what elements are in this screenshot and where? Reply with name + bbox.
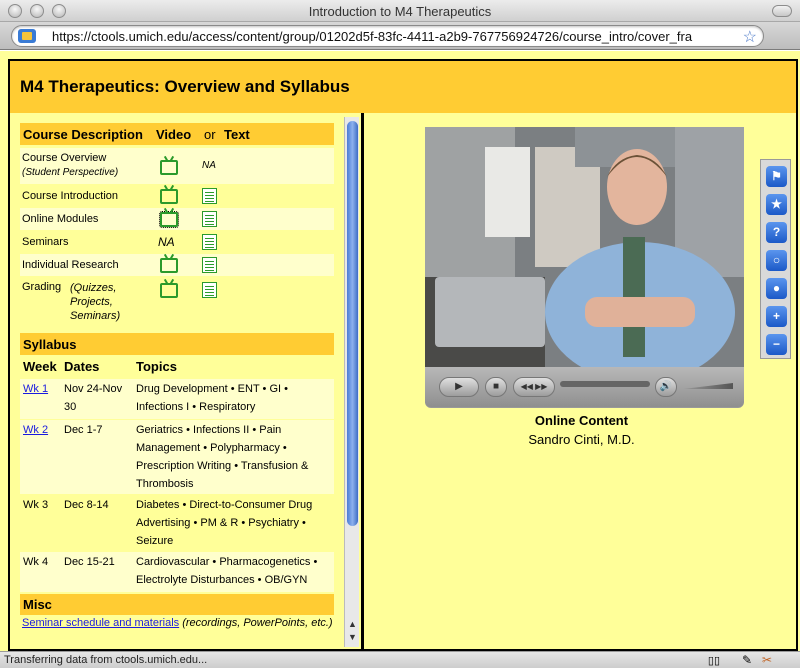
syllabus-header: Syllabus	[20, 333, 334, 355]
zoom-in-icon[interactable]: +	[766, 306, 787, 327]
rewind-forward-buttons[interactable]: ◀◀ ▶▶	[513, 377, 555, 397]
left-frame-scrollbar[interactable]: ▲ ▼	[344, 117, 359, 647]
site-favicon-icon	[18, 29, 36, 43]
play-button[interactable]: ▶	[439, 377, 479, 397]
text-document-icon[interactable]	[202, 211, 217, 227]
course-row-label: Individual Research	[22, 259, 119, 271]
text-na-label: NA	[202, 160, 216, 171]
video-caption-title: Online Content	[534, 413, 629, 428]
course-row-grading: Grading (Quizzes, Projects, Seminars)	[20, 277, 334, 322]
syllabus-dates: Dec 1-7	[64, 424, 103, 436]
syllabus-topics: Diabetes • Direct-to-Consumer Drug Adver…	[136, 499, 313, 547]
page-title: M4 Therapeutics: Overview and Syllabus	[20, 77, 350, 96]
syllabus-dates: Dec 8-14	[64, 499, 109, 511]
right-frame: ▶ ■ ◀◀ ▶▶ 🔊 Online Content Sandro Cinti,…	[363, 113, 798, 651]
video-still-image	[425, 127, 744, 382]
course-row-individual-research: Individual Research	[20, 254, 334, 276]
syllabus-dates: Dec 15-21	[64, 556, 115, 568]
left-frame: Course Description Video or Text Course …	[8, 113, 363, 651]
week-link[interactable]: Wk 1	[23, 383, 48, 395]
course-row-label: Seminars	[22, 236, 69, 248]
toolbar-toggle-button[interactable]	[772, 5, 792, 17]
scroll-up-arrow-icon[interactable]: ▲	[348, 619, 357, 629]
text-document-icon[interactable]	[202, 257, 217, 273]
course-description-header: Course Description Video or Text	[20, 123, 334, 145]
course-row-label: Grading	[22, 281, 62, 293]
star-icon[interactable]: ★	[766, 194, 787, 215]
misc-row: Seminar schedule and materials (recordin…	[20, 617, 334, 647]
syllabus-row: Wk 3 Dec 8-14 Diabetes • Direct-to-Consu…	[20, 495, 334, 551]
week-label: Wk 3	[23, 499, 49, 511]
volume-icon[interactable]: 🔊	[655, 377, 677, 397]
syllabus-topics: Drug Development • ENT • GI • Infections…	[136, 383, 288, 413]
week-link[interactable]: Wk 2	[23, 424, 48, 436]
course-row-label: Course Introduction	[22, 190, 118, 202]
syllabus-row: Wk 4 Dec 15-21 Cardiovascular • Pharmaco…	[20, 552, 334, 592]
syllabus-dates: Nov 24-Nov 30	[64, 383, 123, 413]
video-tv-icon[interactable]	[160, 258, 178, 273]
course-row-sub: (Quizzes, Projects, Seminars)	[70, 282, 121, 322]
status-bar: Transferring data from ctools.umich.edu.…	[0, 651, 800, 668]
course-row-overview: Course Overview (Student Perspective) NA	[20, 148, 334, 184]
address-bar[interactable]: https://ctools.umich.edu/access/content/…	[11, 25, 764, 47]
window-titlebar: Introduction to M4 Therapeutics	[0, 0, 800, 22]
bookmark-star-icon[interactable]: ☆	[743, 27, 757, 46]
course-row-label: Course Overview	[22, 152, 107, 164]
page-info-icon[interactable]: ▯▯	[708, 654, 720, 667]
misc-note: (recordings, PowerPoints, etc.)	[182, 617, 333, 629]
help-icon[interactable]: ?	[766, 222, 787, 243]
video-controls: ▶ ■ ◀◀ ▶▶ 🔊	[425, 367, 744, 407]
dates-column-label: Dates	[64, 359, 100, 374]
week-column-label: Week	[23, 359, 57, 374]
syllabus-topics: Cardiovascular • Pharmacogenetics • Elec…	[136, 556, 318, 586]
text-document-icon[interactable]	[202, 282, 217, 298]
security-icon: ✎	[741, 653, 752, 667]
syllabus-column-headers: Week Dates Topics	[20, 356, 334, 378]
or-label: or	[204, 127, 216, 142]
zoom-out-icon[interactable]: −	[766, 334, 787, 355]
topics-column-label: Topics	[136, 359, 177, 374]
video-tv-icon[interactable]	[160, 160, 178, 175]
syllabus-topics: Geriatrics • Infections II • Pain Manage…	[136, 424, 309, 490]
course-row-online-modules: Online Modules	[20, 208, 334, 230]
course-row-label: Online Modules	[22, 213, 99, 225]
chat-bubble-icon[interactable]: ○	[766, 250, 787, 271]
course-row-sub: (Student Perspective)	[22, 167, 119, 178]
video-player[interactable]: ▶ ■ ◀◀ ▶▶ 🔊	[425, 127, 744, 408]
video-column-label: Video	[156, 127, 192, 142]
video-tv-icon[interactable]	[159, 211, 179, 228]
flag-icon[interactable]: ⚑	[766, 166, 787, 187]
syllabus-row: Wk 2 Dec 1-7 Geriatrics • Infections II …	[20, 420, 334, 494]
video-progress-bar[interactable]	[560, 381, 650, 387]
volume-slider[interactable]	[683, 383, 733, 389]
window-title: Introduction to M4 Therapeutics	[308, 4, 492, 19]
stop-button[interactable]: ■	[485, 377, 507, 397]
address-url[interactable]: https://ctools.umich.edu/access/content/…	[52, 29, 692, 44]
video-caption-presenter: Sandro Cinti, M.D.	[528, 432, 635, 447]
page-content: M4 Therapeutics: Overview and Syllabus C…	[0, 51, 800, 651]
tool-sidebar: ⚑ ★ ? ○ ● + −	[760, 159, 791, 359]
video-na-label: NA	[158, 235, 175, 249]
text-document-icon[interactable]	[202, 234, 217, 250]
course-row-seminars: Seminars NA	[20, 231, 334, 253]
video-frame	[425, 127, 744, 382]
misc-header: Misc	[20, 594, 334, 615]
video-tv-icon[interactable]	[160, 189, 178, 204]
user-icon[interactable]: ●	[766, 278, 787, 299]
video-tv-icon[interactable]	[160, 283, 178, 298]
scroll-down-arrow-icon[interactable]: ▼	[348, 632, 357, 642]
seminar-schedule-link[interactable]: Seminar schedule and materials	[20, 617, 179, 629]
seminar-schedule-link-text[interactable]: Seminar schedule and materials	[22, 617, 179, 629]
text-document-icon[interactable]	[202, 188, 217, 204]
syllabus-row: Wk 1 Nov 24-Nov 30 Drug Development • EN…	[20, 379, 334, 419]
week-label: Wk 4	[23, 556, 49, 568]
browser-toolbar: https://ctools.umich.edu/access/content/…	[0, 22, 800, 50]
tools-icon[interactable]: ✂	[762, 653, 772, 667]
status-text: Transferring data from ctools.umich.edu.…	[4, 654, 208, 666]
scrollbar-thumb[interactable]	[347, 121, 358, 526]
text-column-label: Text	[224, 127, 250, 142]
course-description-label: Course Description	[23, 127, 143, 142]
course-row-introduction: Course Introduction	[20, 185, 334, 207]
